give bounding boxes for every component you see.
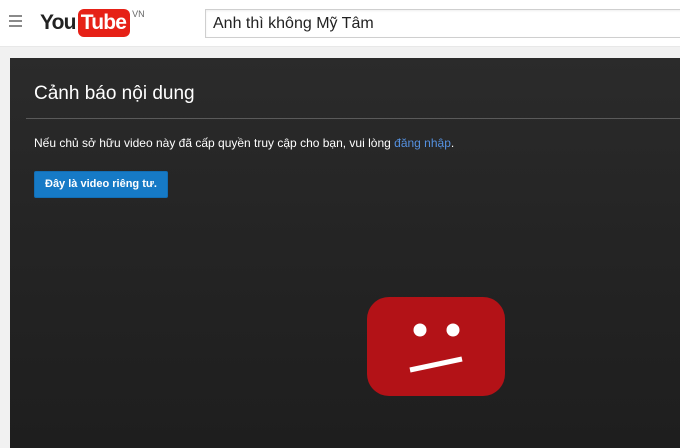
guide-menu-icon[interactable]	[9, 15, 23, 31]
masthead: You Tube VN	[0, 0, 680, 47]
message-suffix: .	[450, 136, 455, 150]
sad-tv-icon	[367, 297, 505, 396]
video-player: Cảnh báo nội dung Nếu chủ sở hữu video n…	[10, 58, 680, 448]
private-video-button[interactable]: Đây là video riêng tư.	[34, 171, 168, 198]
content-warning-message: Nếu chủ sở hữu video này đã cấp quyền tr…	[34, 136, 454, 150]
divider	[26, 118, 680, 119]
content-warning-title: Cảnh báo nội dung	[34, 83, 195, 104]
message-prefix: Nếu chủ sở hữu video này đã cấp quyền tr…	[34, 136, 395, 150]
logo-tube-text: Tube	[77, 9, 131, 37]
login-link[interactable]: đăng nhập	[394, 136, 451, 150]
search-input[interactable]	[205, 9, 680, 38]
logo-you-text: You	[40, 11, 77, 34]
logo-country-code: VN	[132, 9, 145, 19]
youtube-logo[interactable]: You Tube VN	[40, 9, 145, 39]
